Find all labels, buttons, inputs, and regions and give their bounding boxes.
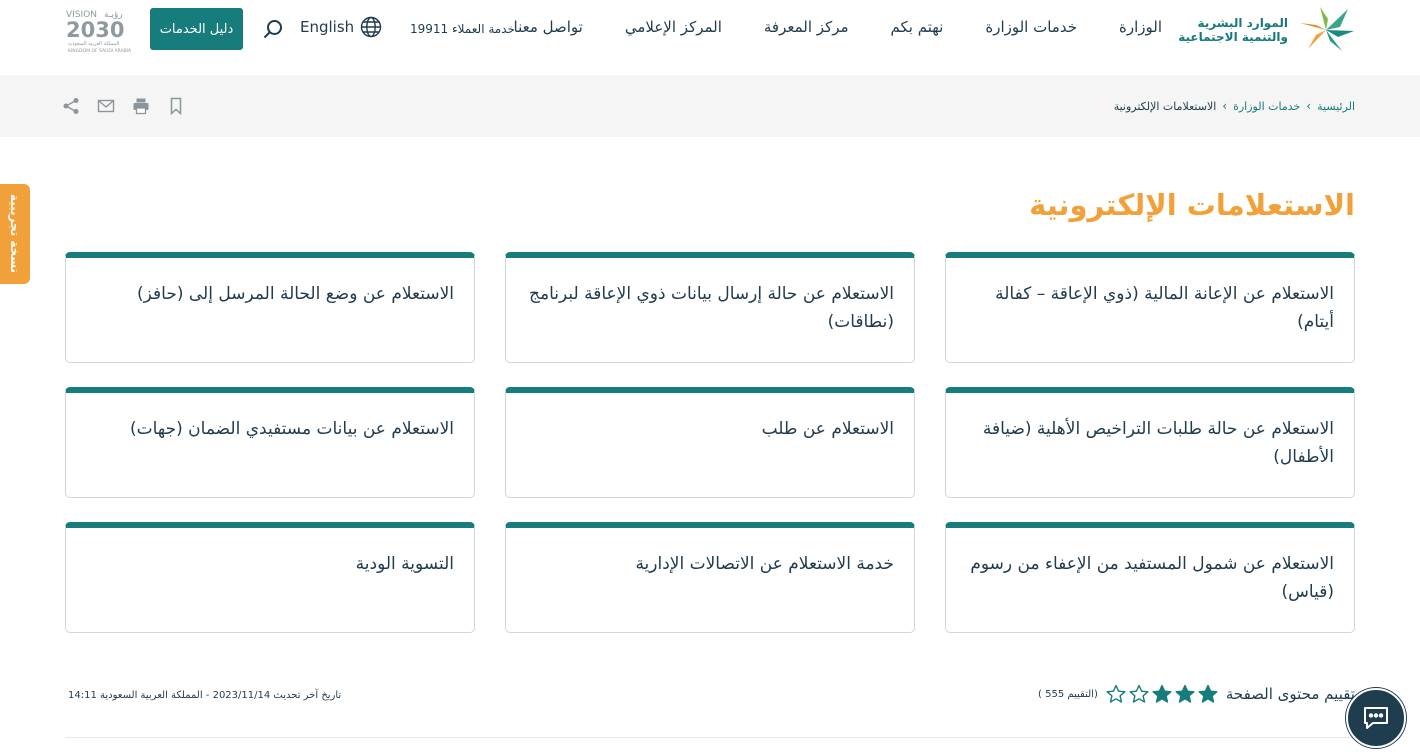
inquiry-card[interactable]: الاستعلام عن بيانات مستفيدي الضمان (جهات… bbox=[65, 387, 475, 498]
ministry-logo-icon bbox=[1296, 5, 1356, 55]
inquiry-card[interactable]: الاستعلام عن طلب bbox=[505, 387, 915, 498]
ministry-logo[interactable]: الموارد البشرية والتنمية الاجتماعية bbox=[1178, 4, 1356, 56]
ministry-name: الموارد البشرية والتنمية الاجتماعية bbox=[1178, 16, 1288, 44]
search-icon[interactable] bbox=[262, 18, 284, 40]
rating-stars bbox=[1106, 684, 1218, 704]
inquiry-card-title: خدمة الاستعلام عن الاتصالات الإدارية bbox=[635, 554, 894, 574]
star-filled-icon[interactable] bbox=[1152, 684, 1172, 704]
star-filled-icon[interactable] bbox=[1198, 684, 1218, 704]
main-nav: الوزارة خدمات الوزارة نهتم بكم مركز المع… bbox=[514, 18, 1162, 36]
inquiry-card-title: الاستعلام عن طلب bbox=[761, 419, 894, 439]
email-icon[interactable] bbox=[97, 97, 115, 115]
inquiry-card[interactable]: الاستعلام عن وضع الحالة المرسل إلى (حافز… bbox=[65, 252, 475, 363]
inquiry-card-title: الاستعلام عن وضع الحالة المرسل إلى (حافز… bbox=[137, 284, 454, 304]
language-switch[interactable]: English bbox=[300, 16, 382, 38]
ministry-name-line2: والتنمية الاجتماعية bbox=[1178, 30, 1288, 44]
star-empty-icon[interactable] bbox=[1129, 684, 1149, 704]
chat-icon bbox=[1364, 707, 1388, 729]
breadcrumb-services[interactable]: خدمات الوزارة bbox=[1233, 100, 1300, 113]
inquiry-card-title: الاستعلام عن شمول المستفيد من الإعفاء من… bbox=[970, 554, 1334, 602]
inquiry-card-title: الاستعلام عن الإعانة المالية (ذوي الإعاق… bbox=[995, 284, 1334, 332]
nav-item-services[interactable]: خدمات الوزارة bbox=[985, 18, 1077, 36]
vision-2030-logo: VISION رؤيـة 2030 المملكة العربية السعود… bbox=[64, 6, 134, 54]
inquiry-card[interactable]: الاستعلام عن حالة طلبات التراخيص الأهلية… bbox=[945, 387, 1355, 498]
services-guide-button[interactable]: دليل الخدمات bbox=[150, 8, 243, 50]
ministry-name-line1: الموارد البشرية bbox=[1197, 16, 1288, 30]
print-icon[interactable] bbox=[132, 97, 150, 115]
nav-item-ministry[interactable]: الوزارة bbox=[1119, 18, 1162, 36]
rating-label: تقييم محتوى الصفحة bbox=[1225, 685, 1355, 703]
inquiry-card-title: الاستعلام عن حالة طلبات التراخيص الأهلية… bbox=[982, 419, 1334, 467]
breadcrumb-separator: › bbox=[1222, 99, 1228, 113]
vision-sub: المملكة العربية السعودية bbox=[68, 41, 119, 47]
vision-year: 2030 bbox=[66, 18, 124, 42]
page-title: الاستعلامات الإلكترونية bbox=[1029, 188, 1355, 222]
site-header: الموارد البشرية والتنمية الاجتماعية الوز… bbox=[0, 0, 1420, 74]
nav-item-we-care[interactable]: نهتم بكم bbox=[891, 18, 944, 36]
inquiry-card-title: الاستعلام عن بيانات مستفيدي الضمان (جهات… bbox=[129, 419, 454, 439]
globe-icon bbox=[360, 16, 382, 38]
inquiry-card[interactable]: خدمة الاستعلام عن الاتصالات الإدارية bbox=[505, 522, 915, 633]
inquiry-card-title: التسوية الودية bbox=[355, 554, 454, 574]
inquiry-card[interactable]: الاستعلام عن الإعانة المالية (ذوي الإعاق… bbox=[945, 252, 1355, 363]
footer-divider bbox=[65, 737, 1355, 738]
nav-item-media-center[interactable]: المركز الإعلامي bbox=[625, 18, 722, 36]
breadcrumb-current: الاستعلامات الإلكترونية bbox=[1113, 99, 1217, 113]
inquiry-card[interactable]: الاستعلام عن شمول المستفيد من الإعفاء من… bbox=[945, 522, 1355, 633]
share-icon[interactable] bbox=[62, 97, 80, 115]
page-rating: تقييم محتوى الصفحة (التقييم 555 ) bbox=[1038, 684, 1355, 704]
bookmark-icon[interactable] bbox=[167, 97, 185, 115]
language-label: English bbox=[300, 18, 355, 36]
trial-version-label: نسخة تجريبية bbox=[8, 194, 22, 274]
customer-service-number[interactable]: خدمة العملاء 19911 bbox=[410, 22, 515, 36]
breadcrumb: الرئيسية › خدمات الوزارة › الاستعلامات ا… bbox=[1114, 99, 1355, 113]
nav-item-knowledge-center[interactable]: مركز المعرفة bbox=[764, 18, 849, 36]
inquiry-card[interactable]: الاستعلام عن حالة إرسال بيانات ذوي الإعا… bbox=[505, 252, 915, 363]
vision-sub-en: KINGDOM OF SAUDI ARABIA bbox=[68, 48, 132, 54]
star-empty-icon[interactable] bbox=[1106, 684, 1126, 704]
inquiry-card[interactable]: التسوية الودية bbox=[65, 522, 475, 633]
last-updated: تاريخ آخر تحديث 2023/11/14 - المملكة الع… bbox=[68, 690, 342, 701]
breadcrumb-home[interactable]: الرئيسية bbox=[1317, 100, 1355, 113]
nav-item-contact[interactable]: تواصل معنا bbox=[514, 18, 583, 36]
breadcrumb-separator: › bbox=[1306, 99, 1312, 113]
star-filled-icon[interactable] bbox=[1175, 684, 1195, 704]
inquiry-card-title: الاستعلام عن حالة إرسال بيانات ذوي الإعا… bbox=[529, 284, 894, 332]
page-tools bbox=[62, 97, 185, 115]
chat-button[interactable] bbox=[1346, 688, 1406, 748]
trial-version-tab[interactable]: نسخة تجريبية bbox=[0, 184, 30, 284]
breadcrumb-bar: الرئيسية › خدمات الوزارة › الاستعلامات ا… bbox=[0, 75, 1420, 137]
rating-count: (التقييم 555 ) bbox=[1038, 688, 1098, 700]
